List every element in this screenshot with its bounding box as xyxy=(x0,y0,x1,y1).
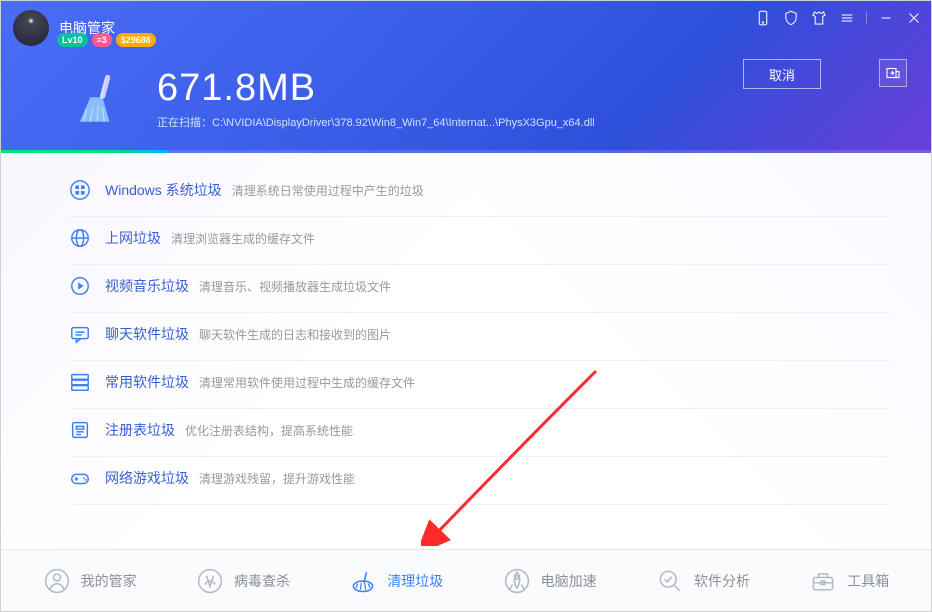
coin-badge: $29688 xyxy=(116,33,156,47)
cancel-button[interactable]: 取消 xyxy=(743,59,821,89)
level-badge: Lv10 xyxy=(57,33,88,47)
category-title: 上网垃圾 xyxy=(105,228,161,248)
category-title: 常用软件垃圾 xyxy=(105,372,189,392)
category-list: Windows 系统垃圾 清理系统日常使用过程中产生的垃圾 上网垃圾 清理浏览器… xyxy=(1,153,931,501)
registry-icon xyxy=(69,419,91,441)
game-icon xyxy=(69,467,91,489)
clean-icon xyxy=(349,567,377,595)
title-bar: 电脑管家 Lv10 ≡3 $29688 xyxy=(1,1,931,49)
category-desc: 优化注册表结构，提高系统性能 xyxy=(185,422,353,439)
close-button[interactable] xyxy=(905,9,923,27)
scan-path: 正在扫描：C:\NVIDIA\DisplayDriver\378.92\Win8… xyxy=(157,114,595,130)
category-desc: 清理浏览器生成的缓存文件 xyxy=(171,230,315,247)
category-title: 注册表垃圾 xyxy=(105,420,175,440)
rocket-icon xyxy=(503,567,531,595)
nav-clean[interactable]: 清理垃圾 xyxy=(339,561,453,601)
category-list-container: Windows 系统垃圾 清理系统日常使用过程中产生的垃圾 上网垃圾 清理浏览器… xyxy=(1,153,931,549)
separator xyxy=(866,11,867,25)
category-desc: 清理常用软件使用过程中生成的缓存文件 xyxy=(199,374,415,391)
nav-analyze[interactable]: 软件分析 xyxy=(646,561,760,601)
category-row[interactable]: Windows 系统垃圾 清理系统日常使用过程中产生的垃圾 xyxy=(1,167,931,213)
category-title: 聊天软件垃圾 xyxy=(105,324,189,344)
nav-virus[interactable]: 病毒查杀 xyxy=(186,561,300,601)
category-desc: 清理系统日常使用过程中产生的垃圾 xyxy=(232,182,424,199)
category-desc: 清理音乐、视频播放器生成垃圾文件 xyxy=(199,278,391,295)
virus-icon xyxy=(196,567,224,595)
user-badges: Lv10 ≡3 $29688 xyxy=(57,33,156,47)
shirt-icon[interactable] xyxy=(810,9,828,27)
analyze-icon xyxy=(656,567,684,595)
stack-icon xyxy=(69,371,91,393)
play-icon xyxy=(69,275,91,297)
category-row[interactable]: 网络游戏垃圾 清理游戏残留，提升游戏性能 xyxy=(1,455,931,501)
nav-label: 清理垃圾 xyxy=(387,571,443,591)
category-desc: 清理游戏残留，提升游戏性能 xyxy=(199,470,355,487)
bottom-nav: 我的管家 病毒查杀 清理垃圾 电脑加速 软件分析 工具箱 xyxy=(1,549,931,611)
expand-button[interactable] xyxy=(879,59,907,87)
toolbox-icon xyxy=(809,567,837,595)
category-row[interactable]: 聊天软件垃圾 聊天软件生成的日志和接收到的图片 xyxy=(1,311,931,357)
category-title: 网络游戏垃圾 xyxy=(105,468,189,488)
scan-path-value: C:\NVIDIA\DisplayDriver\378.92\Win8_Win7… xyxy=(212,117,595,129)
nav-label: 电脑加速 xyxy=(541,571,597,591)
nav-label: 软件分析 xyxy=(694,571,750,591)
globe-icon xyxy=(69,227,91,249)
chat-icon xyxy=(69,323,91,345)
nav-label: 我的管家 xyxy=(81,571,137,591)
category-title: 视频音乐垃圾 xyxy=(105,276,189,296)
nav-user[interactable]: 我的管家 xyxy=(33,561,147,601)
nav-toolbox[interactable]: 工具箱 xyxy=(799,561,899,601)
menu-icon[interactable] xyxy=(838,9,856,27)
user-icon xyxy=(43,567,71,595)
category-desc: 聊天软件生成的日志和接收到的图片 xyxy=(199,326,391,343)
scan-size-value: 671.8MB xyxy=(157,67,595,110)
user-avatar[interactable] xyxy=(13,10,49,46)
broom-icon xyxy=(71,71,127,127)
window-controls xyxy=(754,9,923,27)
minimize-button[interactable] xyxy=(877,9,895,27)
app-window: 电脑管家 Lv10 ≡3 $29688 671.8MB xyxy=(0,0,932,612)
category-row[interactable]: 注册表垃圾 优化注册表结构，提高系统性能 xyxy=(1,407,931,453)
header: 电脑管家 Lv10 ≡3 $29688 671.8MB xyxy=(1,1,931,153)
windows-icon xyxy=(69,179,91,201)
badge-2: ≡3 xyxy=(92,33,112,47)
nav-label: 工具箱 xyxy=(847,571,889,591)
scan-text: 671.8MB 正在扫描：C:\NVIDIA\DisplayDriver\378… xyxy=(157,67,595,130)
phone-icon[interactable] xyxy=(754,9,772,27)
category-row[interactable]: 视频音乐垃圾 清理音乐、视频播放器生成垃圾文件 xyxy=(1,263,931,309)
scan-prefix: 正在扫描： xyxy=(157,117,212,129)
category-row[interactable]: 常用软件垃圾 清理常用软件使用过程中生成的缓存文件 xyxy=(1,359,931,405)
nav-rocket[interactable]: 电脑加速 xyxy=(493,561,607,601)
category-title: Windows 系统垃圾 xyxy=(105,180,222,200)
shield-icon[interactable] xyxy=(782,9,800,27)
category-row[interactable]: 上网垃圾 清理浏览器生成的缓存文件 xyxy=(1,215,931,261)
nav-label: 病毒查杀 xyxy=(234,571,290,591)
